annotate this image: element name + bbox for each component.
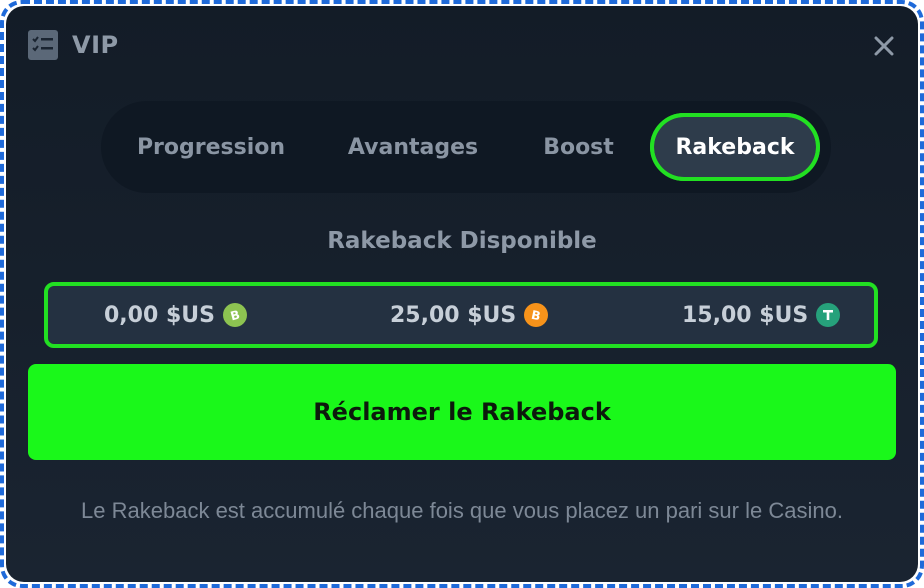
modal-header: VIP <box>28 30 119 60</box>
checklist-icon <box>28 30 58 60</box>
balance-bch: 0,00 $US B <box>104 286 247 344</box>
svg-text:B: B <box>530 308 542 323</box>
balance-usdt: 15,00 $US <box>682 286 841 344</box>
svg-text:B: B <box>229 308 241 323</box>
tab-bar: Progression Avantages Boost Rakeback <box>101 101 831 193</box>
balance-btc: 25,00 $US B <box>390 286 549 344</box>
tab-avantages[interactable]: Avantages <box>323 117 503 177</box>
close-icon <box>874 36 894 56</box>
claim-rakeback-button[interactable]: Réclamer le Rakeback <box>28 364 896 460</box>
bitcoin-icon: B <box>524 303 549 327</box>
rakeback-title: Rakeback Disponible <box>327 228 597 254</box>
balance-amount: 0,00 $US <box>104 302 215 328</box>
balance-amount: 25,00 $US <box>390 302 517 328</box>
close-button[interactable] <box>872 34 896 58</box>
bitcoin-cash-icon: B <box>222 303 247 327</box>
rakeback-info-text: Le Rakeback est accumulé chaque fois que… <box>81 498 843 523</box>
tether-icon <box>816 303 841 327</box>
tab-boost[interactable]: Boost <box>521 117 636 177</box>
modal-title: VIP <box>72 31 119 59</box>
vip-modal: VIP Progression Avantages Boost Rakeback… <box>6 6 918 582</box>
tab-rakeback[interactable]: Rakeback <box>650 113 820 181</box>
balance-amount: 15,00 $US <box>682 302 809 328</box>
rakeback-balances: 0,00 $US B 25,00 $US B 15,00 $US <box>44 282 878 348</box>
tab-progression[interactable]: Progression <box>121 117 301 177</box>
